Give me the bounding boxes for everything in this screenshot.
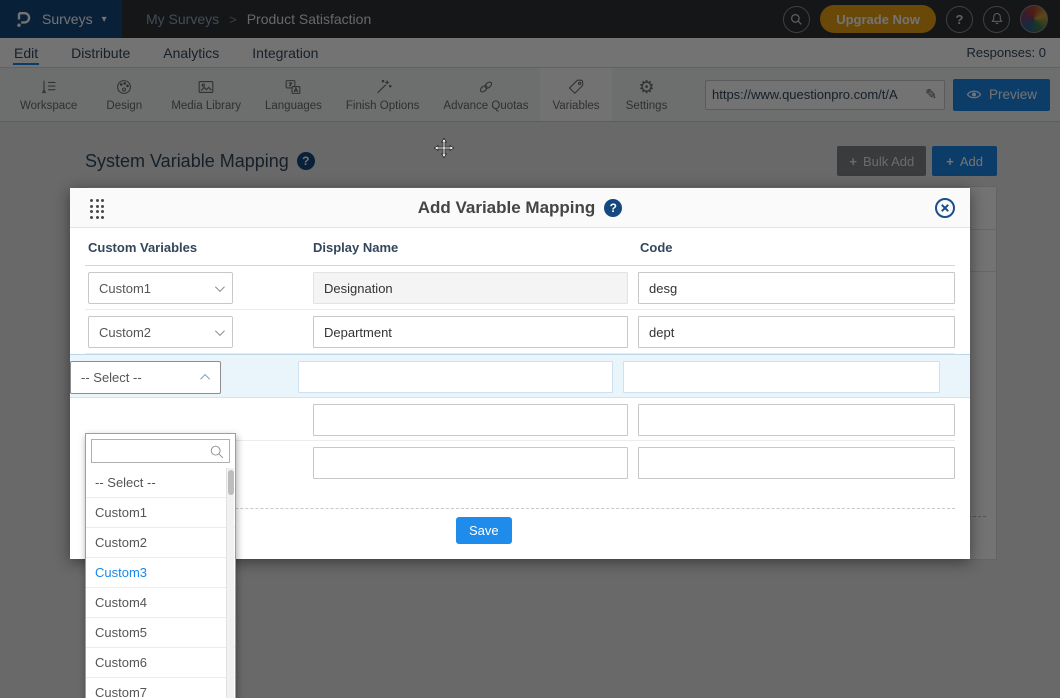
dropdown-search-box (91, 439, 230, 463)
display-name-input-1[interactable] (313, 272, 628, 304)
dropdown-option-custom4[interactable]: Custom4 (86, 588, 235, 618)
dropdown-option-list: -- Select -- Custom1 Custom2 Custom3 Cus… (86, 468, 235, 698)
dropdown-option-custom5[interactable]: Custom5 (86, 618, 235, 648)
display-name-input-3[interactable] (298, 361, 613, 393)
add-variable-mapping-modal: Add Variable Mapping ? Custom Variables … (70, 188, 970, 559)
code-input-2[interactable] (638, 316, 955, 348)
close-icon[interactable] (934, 197, 956, 219)
dropdown-option-custom7[interactable]: Custom7 (86, 678, 235, 698)
dropdown-option-select[interactable]: -- Select -- (86, 468, 235, 498)
display-name-input-4[interactable] (313, 404, 628, 436)
display-name-input-2[interactable] (313, 316, 628, 348)
custom-variable-dropdown: -- Select -- Custom1 Custom2 Custom3 Cus… (85, 433, 236, 698)
custom-variable-select-3[interactable]: -- Select -- (70, 361, 221, 394)
dropdown-option-custom3[interactable]: Custom3 (86, 558, 235, 588)
chevron-up-icon (200, 374, 210, 384)
custom-variable-select-2[interactable]: Custom2 (88, 316, 233, 348)
col-code: Code (640, 240, 673, 255)
modal-body: Custom Variables Display Name Code Custo… (70, 228, 970, 559)
modal-title: Add Variable Mapping (418, 198, 596, 218)
dropdown-scrollbar[interactable] (226, 468, 234, 698)
col-custom-variables: Custom Variables (88, 240, 197, 255)
col-display-name: Display Name (313, 240, 398, 255)
code-input-3[interactable] (623, 361, 940, 393)
mouse-move-cursor (433, 137, 455, 159)
mapping-row-1: Custom1 (85, 266, 955, 310)
dropdown-option-custom6[interactable]: Custom6 (86, 648, 235, 678)
save-button[interactable]: Save (456, 517, 512, 544)
custom-variable-select-1[interactable]: Custom1 (88, 272, 233, 304)
code-input-4[interactable] (638, 404, 955, 436)
mapping-column-headers: Custom Variables Display Name Code (85, 228, 955, 266)
modal-help-icon[interactable]: ? (604, 199, 622, 217)
display-name-input-5[interactable] (313, 447, 628, 479)
mapping-row-2: Custom2 (85, 310, 955, 354)
chevron-down-icon (215, 282, 225, 292)
mapping-row-3: -- Select -- (70, 354, 970, 398)
dropdown-option-custom1[interactable]: Custom1 (86, 498, 235, 528)
modal-header: Add Variable Mapping ? (70, 188, 970, 228)
chevron-down-icon (215, 326, 225, 336)
search-icon (209, 444, 225, 460)
code-input-1[interactable] (638, 272, 955, 304)
dropdown-scrollbar-thumb[interactable] (228, 470, 234, 495)
code-input-5[interactable] (638, 447, 955, 479)
questionpro-app: Surveys ▾ My Surveys > Product Satisfact… (0, 0, 1060, 698)
dropdown-option-custom2[interactable]: Custom2 (86, 528, 235, 558)
